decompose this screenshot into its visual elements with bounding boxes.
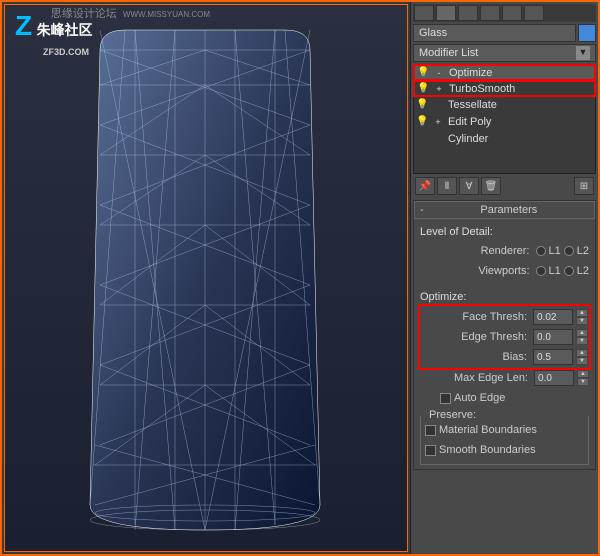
modifier-list-dropdown[interactable]: Modifier List ▼ [413,44,596,62]
face-thresh-label: Face Thresh: [421,311,530,323]
logo-watermark: Z 朱峰社区 ZF3D.COM [15,10,93,60]
remove-modifier-button[interactable]: 🗑 [481,177,501,195]
bulb-icon[interactable]: 💡 [417,83,429,95]
stack-item-tessellate[interactable]: 💡 Tessellate [414,96,595,113]
face-thresh-input[interactable] [533,309,573,325]
optimize-label: Optimize: [420,291,589,303]
spinner-arrows[interactable]: ▲▼ [576,329,588,345]
bulb-icon[interactable]: 💡 [416,116,428,128]
panel-tabs [413,4,596,22]
auto-edge-label: Auto Edge [454,392,505,404]
renderer-label: Renderer: [420,245,533,257]
tab-modify-icon[interactable] [436,5,456,21]
tab-hierarchy-icon[interactable] [458,5,478,21]
stack-item-turbosmooth[interactable]: 💡 + TurboSmooth [413,80,596,97]
pin-stack-button[interactable]: 📌 [415,177,435,195]
mesh-cylinder [75,25,335,535]
material-boundaries-checkbox[interactable] [425,425,436,436]
stack-item-editpoly[interactable]: 💡 + Edit Poly [414,113,595,130]
rollout-header[interactable]: - Parameters [414,201,595,219]
parameters-rollout: - Parameters Level of Detail: Renderer: … [413,200,596,470]
auto-edge-checkbox[interactable] [440,393,451,404]
smooth-boundaries-label: Smooth Boundaries [439,444,536,456]
max-edge-input[interactable] [534,370,574,386]
renderer-l2-radio[interactable] [564,246,574,256]
spinner-arrows[interactable]: ▲▼ [576,309,588,325]
viewports-l1-radio[interactable] [536,266,546,276]
bias-label: Bias: [421,351,530,363]
bias-input[interactable] [533,349,573,365]
chevron-down-icon: ▼ [576,46,590,60]
configure-button[interactable]: ⊞ [574,177,594,195]
edge-thresh-input[interactable] [533,329,573,345]
object-name-input[interactable]: Glass [413,24,576,42]
stack-item-cylinder[interactable]: Cylinder [414,130,595,147]
spinner-arrows[interactable]: ▲▼ [577,370,589,386]
max-edge-label: Max Edge Len: [420,372,531,384]
level-detail-label: Level of Detail: [420,226,589,238]
material-boundaries-label: Material Boundaries [439,424,537,436]
show-result-button[interactable]: Ⅱ [437,177,457,195]
tab-display-icon[interactable] [502,5,522,21]
make-unique-button[interactable]: ∀ [459,177,479,195]
tab-motion-icon[interactable] [480,5,500,21]
object-color-swatch[interactable] [578,24,596,42]
viewport[interactable]: 思缘设计论坛 WWW.MISSYUAN.COM Z 朱峰社区 ZF3D.COM [2,2,410,554]
bulb-icon[interactable]: 💡 [416,99,428,111]
preserve-label: Preserve: [426,409,479,421]
stack-item-optimize[interactable]: 💡 - Optimize [413,64,596,81]
edge-thresh-label: Edge Thresh: [421,331,530,343]
command-panel: Glass Modifier List ▼ 💡 - Optimize 💡 + T… [410,2,598,554]
tab-utilities-icon[interactable] [524,5,544,21]
viewports-label: Viewports: [420,265,533,277]
tab-create-icon[interactable] [414,5,434,21]
bulb-icon[interactable]: 💡 [417,67,429,79]
renderer-l1-radio[interactable] [536,246,546,256]
viewports-l2-radio[interactable] [564,266,574,276]
smooth-boundaries-checkbox[interactable] [425,445,436,456]
modifier-stack[interactable]: 💡 - Optimize 💡 + TurboSmooth 💡 Tessellat… [413,64,596,174]
spinner-arrows[interactable]: ▲▼ [576,349,588,365]
